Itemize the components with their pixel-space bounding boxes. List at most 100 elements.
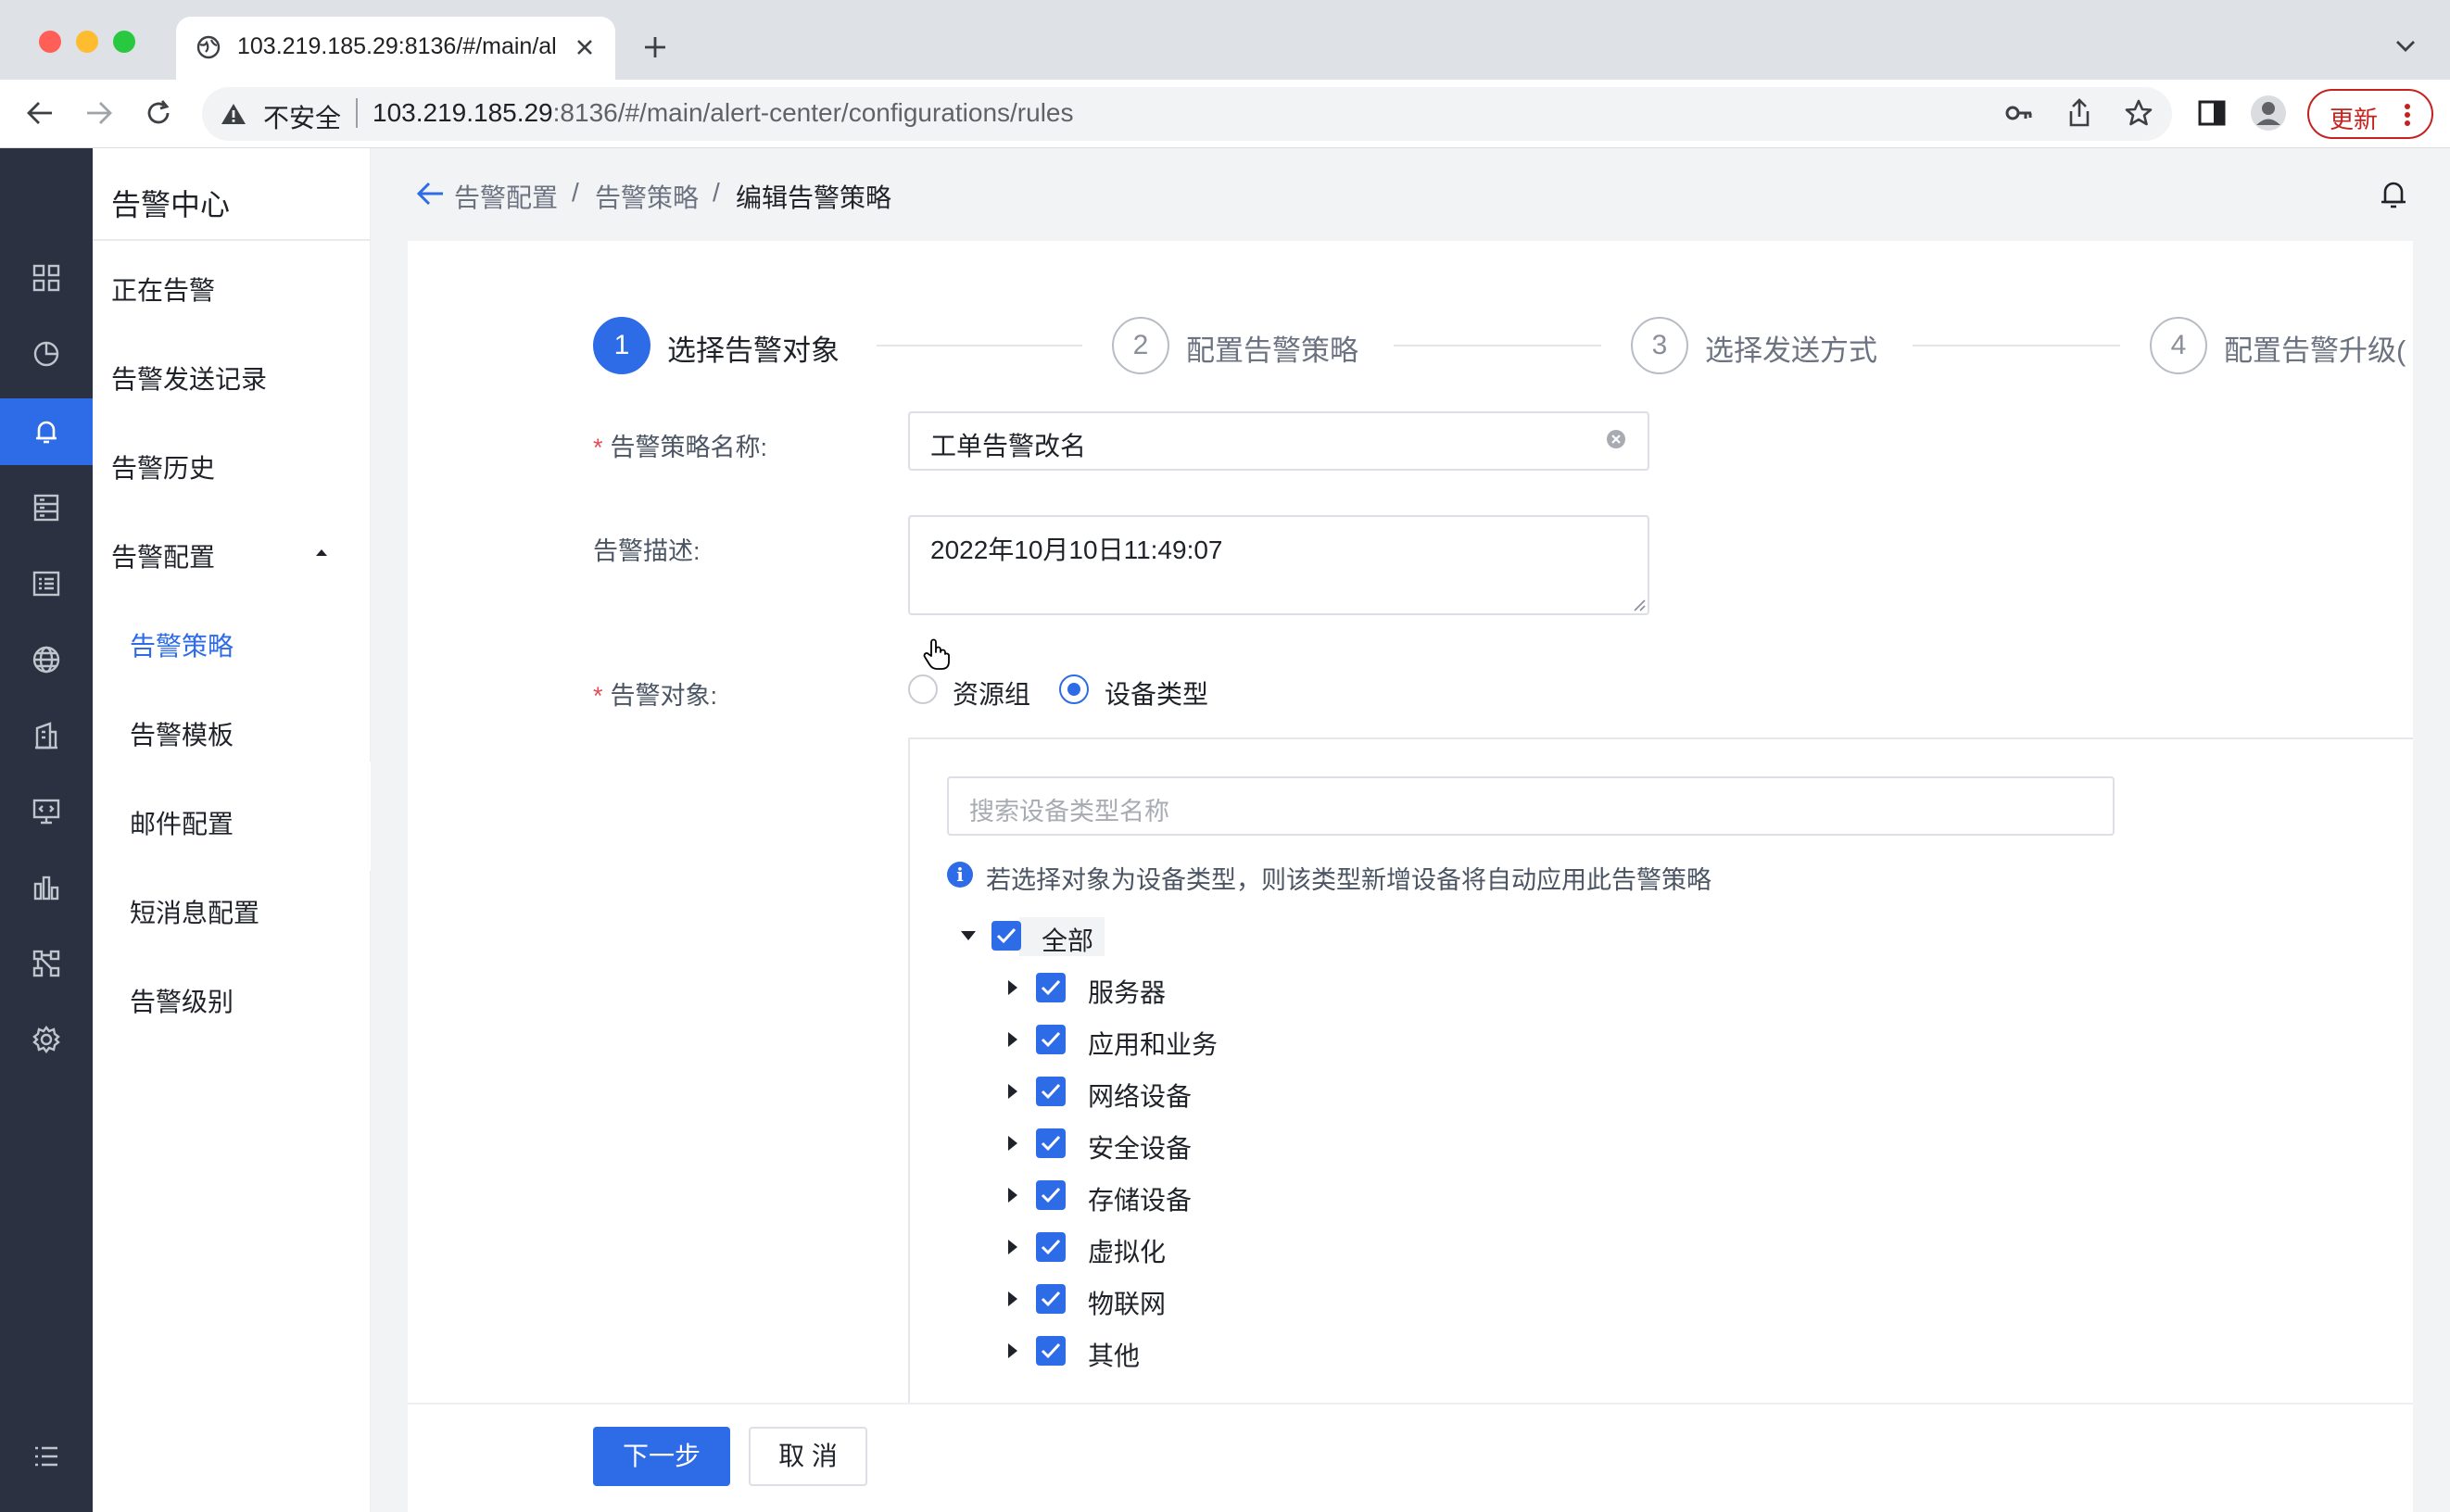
- rail-monitor[interactable]: [0, 321, 93, 387]
- expand-right-icon[interactable]: [1008, 1188, 1017, 1203]
- expand-right-icon[interactable]: [1008, 1136, 1017, 1151]
- radio-resource-group[interactable]: [908, 674, 938, 704]
- forward-arrow-icon[interactable]: [85, 100, 113, 126]
- tree-checkbox-servers[interactable]: [1036, 973, 1066, 1002]
- resize-grip-icon[interactable]: [1631, 597, 1646, 611]
- window-close-button[interactable]: [39, 31, 61, 53]
- tree-checkbox-all[interactable]: [991, 921, 1021, 951]
- monitor-icon: [32, 799, 60, 825]
- expand-right-icon[interactable]: [1008, 1343, 1017, 1358]
- subnav-divider: [93, 239, 371, 241]
- tab-close-icon[interactable]: [575, 37, 595, 57]
- step-3-label: 选择发送方式: [1705, 334, 1877, 367]
- nav-item-history[interactable]: 告警历史: [111, 448, 215, 485]
- rail-topology[interactable]: [0, 930, 93, 997]
- topology-icon: [32, 950, 60, 977]
- tree-checkbox-iot[interactable]: [1036, 1284, 1066, 1314]
- nav-item-alert-policy[interactable]: 告警策略: [130, 626, 234, 663]
- tree-label-iot[interactable]: 物联网: [1088, 1284, 1166, 1321]
- radio-resource-group-label[interactable]: 资源组: [953, 674, 1030, 712]
- nav-item-alert-level[interactable]: 告警级别: [130, 982, 234, 1019]
- tree-checkbox-security[interactable]: [1036, 1128, 1066, 1158]
- info-hint-text: 若选择对象为设备类型，则该类型新增设备将自动应用此告警策略: [986, 866, 1711, 894]
- nav-item-active-alerts[interactable]: 正在告警: [111, 271, 215, 308]
- nav-item-alert-template[interactable]: 告警模板: [130, 715, 234, 752]
- required-mark: *: [593, 434, 603, 461]
- warning-icon[interactable]: [221, 102, 246, 126]
- radio-device-type[interactable]: [1059, 674, 1089, 704]
- step-2-label: 配置告警策略: [1186, 334, 1358, 367]
- expand-right-icon[interactable]: [1008, 1032, 1017, 1047]
- caret-up-icon[interactable]: [315, 548, 328, 557]
- expand-right-icon[interactable]: [1008, 1084, 1017, 1099]
- next-step-button[interactable]: 下一步: [593, 1427, 730, 1486]
- step-connector: [877, 345, 1082, 346]
- breadcrumb-alert-config[interactable]: 告警配置: [454, 178, 558, 215]
- search-placeholder: 搜索设备类型名称: [969, 798, 1169, 825]
- tree-label-servers[interactable]: 服务器: [1088, 973, 1166, 1010]
- window-minimize-button[interactable]: [76, 31, 98, 53]
- gear-icon: [32, 1026, 60, 1053]
- cancel-button[interactable]: 取 消: [749, 1427, 867, 1486]
- tree-label-other[interactable]: 其他: [1088, 1336, 1140, 1373]
- rail-network[interactable]: [0, 626, 93, 693]
- profile-avatar-icon[interactable]: [2250, 94, 2287, 132]
- back-arrow-icon[interactable]: [26, 100, 54, 126]
- step-4-label: 配置告警升级(: [2224, 334, 2406, 367]
- notification-bell-icon[interactable]: [2378, 178, 2409, 211]
- tree-label-all[interactable]: 全部: [1042, 921, 1093, 958]
- tree-label-applications[interactable]: 应用和业务: [1088, 1025, 1218, 1062]
- key-icon[interactable]: [2005, 102, 2033, 124]
- back-arrow-icon[interactable]: [415, 180, 445, 208]
- step-2-indicator: 2: [1112, 317, 1169, 374]
- update-button[interactable]: 更新: [2307, 89, 2433, 139]
- security-label[interactable]: 不安全: [263, 98, 341, 135]
- rail-alert-center[interactable]: [0, 398, 93, 465]
- rail-screen[interactable]: [0, 778, 93, 845]
- reload-icon[interactable]: [145, 99, 172, 127]
- policy-name-label: * 告警策略名称:: [593, 427, 767, 463]
- expand-right-icon[interactable]: [1008, 1292, 1017, 1306]
- tree-label-virtualization[interactable]: 虚拟化: [1088, 1232, 1166, 1269]
- tree-checkbox-other[interactable]: [1036, 1336, 1066, 1366]
- subnav-title: 告警中心: [111, 188, 231, 221]
- breadcrumb-alert-policy[interactable]: 告警策略: [595, 178, 699, 215]
- tree-checkbox-storage[interactable]: [1036, 1180, 1066, 1210]
- window-zoom-button[interactable]: [113, 31, 135, 53]
- info-icon: i: [947, 862, 973, 888]
- expand-right-icon[interactable]: [1008, 1240, 1017, 1254]
- url-text[interactable]: 103.219.185.29:8136/#/main/alert-center/…: [373, 98, 1074, 128]
- nav-item-sms-config[interactable]: 短消息配置: [130, 893, 259, 930]
- share-icon[interactable]: [2066, 98, 2092, 128]
- description-value: 2022年10月10日11:49:07: [930, 536, 1223, 564]
- expand-right-icon[interactable]: [1008, 980, 1017, 995]
- tree-checkbox-virtualization[interactable]: [1036, 1232, 1066, 1262]
- tree-label-network[interactable]: 网络设备: [1088, 1077, 1192, 1114]
- nav-item-mail-config[interactable]: 邮件配置: [130, 804, 234, 841]
- expand-down-icon[interactable]: [961, 931, 976, 940]
- new-tab-plus-icon[interactable]: [643, 35, 667, 59]
- radio-device-type-label[interactable]: 设备类型: [1105, 674, 1208, 712]
- rail-reports[interactable]: [0, 854, 93, 921]
- tree-label-storage[interactable]: 存储设备: [1088, 1180, 1192, 1217]
- rail-dashboard[interactable]: [0, 245, 93, 311]
- side-panel-icon[interactable]: [2198, 100, 2226, 126]
- bookmark-star-icon[interactable]: [2124, 98, 2153, 128]
- tab-list-chevron-icon[interactable]: [2394, 39, 2417, 54]
- rail-settings[interactable]: [0, 1006, 93, 1073]
- rail-resources[interactable]: [0, 474, 93, 541]
- rail-menu-toggle[interactable]: [0, 1423, 93, 1490]
- tree-label-security[interactable]: 安全设备: [1088, 1128, 1192, 1166]
- tree-checkbox-network[interactable]: [1036, 1077, 1066, 1106]
- nav-item-send-records[interactable]: 告警发送记录: [111, 359, 267, 397]
- rail-list[interactable]: [0, 550, 93, 617]
- nav-item-alert-config[interactable]: 告警配置: [111, 537, 215, 574]
- bar-chart-icon: [33, 876, 59, 901]
- alert-target-label: * 告警对象:: [593, 675, 717, 712]
- clear-icon[interactable]: [1606, 429, 1626, 449]
- tab-title: 103.219.185.29:8136/#/main/al: [237, 33, 557, 59]
- url-host: 103.219.185.29: [373, 98, 553, 127]
- rail-assets[interactable]: [0, 702, 93, 769]
- required-mark: *: [593, 682, 603, 710]
- tree-checkbox-applications[interactable]: [1036, 1025, 1066, 1054]
